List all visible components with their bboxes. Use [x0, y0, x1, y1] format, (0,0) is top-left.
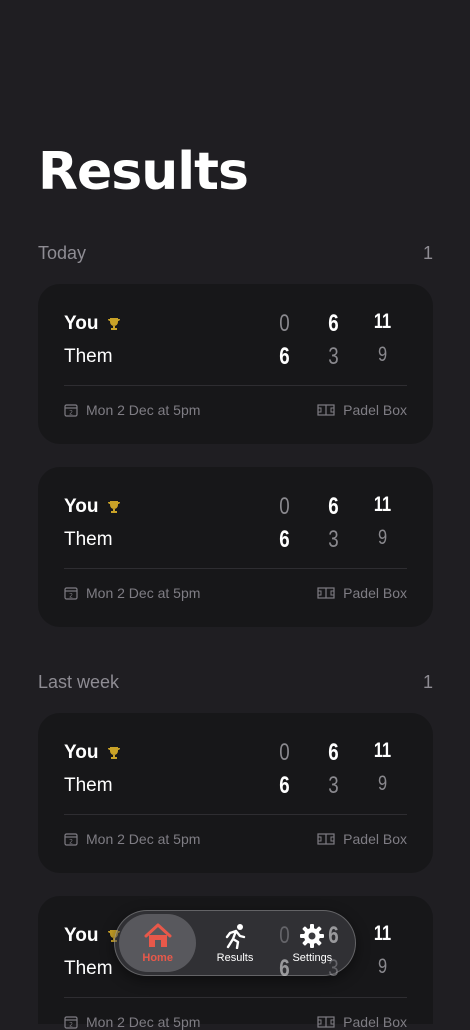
calendar-icon: 2	[64, 833, 78, 846]
match-date: 2 Mon 2 Dec at 5pm	[64, 831, 200, 847]
match-date: 2 Mon 2 Dec at 5pm	[64, 402, 200, 418]
gear-icon	[300, 923, 325, 948]
svg-text:2: 2	[69, 1022, 73, 1029]
player-name: Them	[64, 958, 113, 979]
set-score: 9	[377, 772, 388, 795]
player-row-them: Them 6 3 9	[64, 772, 407, 800]
set-score: 3	[328, 772, 339, 799]
tab-settings[interactable]: Settings	[274, 914, 351, 972]
set-score: 11	[373, 493, 392, 516]
match-card[interactable]: You 0 6 11 Them 6 3 9 2 Mon 2 Dec at 5pm…	[38, 713, 433, 873]
set-score: 9	[377, 955, 388, 978]
player-name: Them	[64, 529, 113, 550]
divider	[64, 385, 407, 386]
trophy-icon	[106, 316, 122, 332]
player-name: Them	[64, 775, 113, 796]
set-score: 6	[279, 526, 290, 553]
set-score: 6	[328, 493, 339, 520]
match-date: 2 Mon 2 Dec at 5pm	[64, 1014, 200, 1030]
tab-label: Home	[142, 951, 173, 964]
set-score: 11	[373, 739, 392, 762]
tab-home[interactable]: Home	[119, 914, 197, 972]
match-venue: Padel Box	[317, 585, 407, 601]
match-venue: Padel Box	[317, 831, 407, 847]
section-header-today: Today 1	[38, 243, 433, 264]
section-label: Today	[38, 243, 87, 263]
divider	[64, 814, 407, 815]
page-title: Results	[38, 142, 249, 202]
calendar-icon: 2	[64, 1016, 78, 1029]
match-date: 2 Mon 2 Dec at 5pm	[64, 585, 200, 601]
set-score: 0	[279, 739, 290, 766]
section-count: 1	[422, 672, 433, 692]
calendar-icon: 2	[64, 404, 78, 417]
player-row-them: Them 6 3 9	[64, 526, 407, 554]
set-score: 11	[373, 310, 392, 333]
player-name: Them	[64, 346, 113, 367]
set-score: 6	[279, 772, 290, 799]
set-score: 6	[328, 739, 339, 766]
calendar-icon: 2	[64, 587, 78, 600]
set-score: 9	[377, 526, 388, 549]
tab-bar: Home Results Settings	[114, 910, 356, 976]
court-icon	[317, 587, 335, 599]
match-card[interactable]: You 0 6 11 Them 6 3 9 2 Mon 2 Dec at 5pm…	[38, 467, 433, 627]
section-count: 1	[422, 243, 433, 263]
match-venue: Padel Box	[317, 1014, 407, 1030]
set-score: 9	[377, 343, 388, 366]
divider	[64, 568, 407, 569]
set-score: 0	[279, 310, 290, 337]
set-score: 6	[328, 310, 339, 337]
trophy-icon	[106, 499, 122, 515]
court-icon	[317, 1016, 335, 1028]
tab-label: Settings	[292, 951, 333, 964]
set-score: 6	[279, 343, 290, 370]
set-score: 0	[279, 493, 290, 520]
court-icon	[317, 833, 335, 845]
player-row-them: Them 6 3 9	[64, 343, 407, 371]
tab-label: Results	[216, 951, 254, 964]
section-label: Last week	[38, 672, 120, 692]
player-name: You	[64, 313, 99, 334]
match-card[interactable]: You 0 6 11 Them 6 3 9 2 Mon 2 Dec at 5pm…	[38, 284, 433, 444]
tab-results[interactable]: Results	[196, 914, 273, 972]
match-venue: Padel Box	[317, 402, 407, 418]
home-icon	[144, 923, 172, 947]
court-icon	[317, 404, 335, 416]
running-icon	[225, 923, 246, 949]
svg-text:2: 2	[69, 839, 73, 846]
trophy-icon	[106, 745, 122, 761]
section-header-last-week: Last week 1	[38, 672, 433, 693]
svg-text:2: 2	[69, 593, 73, 600]
divider	[64, 997, 407, 998]
svg-text:2: 2	[69, 410, 73, 417]
player-row-you: You 0 6 11	[64, 493, 407, 521]
player-name: You	[64, 496, 99, 517]
player-name: You	[64, 742, 99, 763]
set-score: 11	[373, 922, 392, 945]
player-row-you: You 0 6 11	[64, 310, 407, 338]
set-score: 3	[328, 343, 339, 370]
player-name: You	[64, 925, 99, 946]
player-row-you: You 0 6 11	[64, 739, 407, 767]
set-score: 3	[328, 526, 339, 553]
